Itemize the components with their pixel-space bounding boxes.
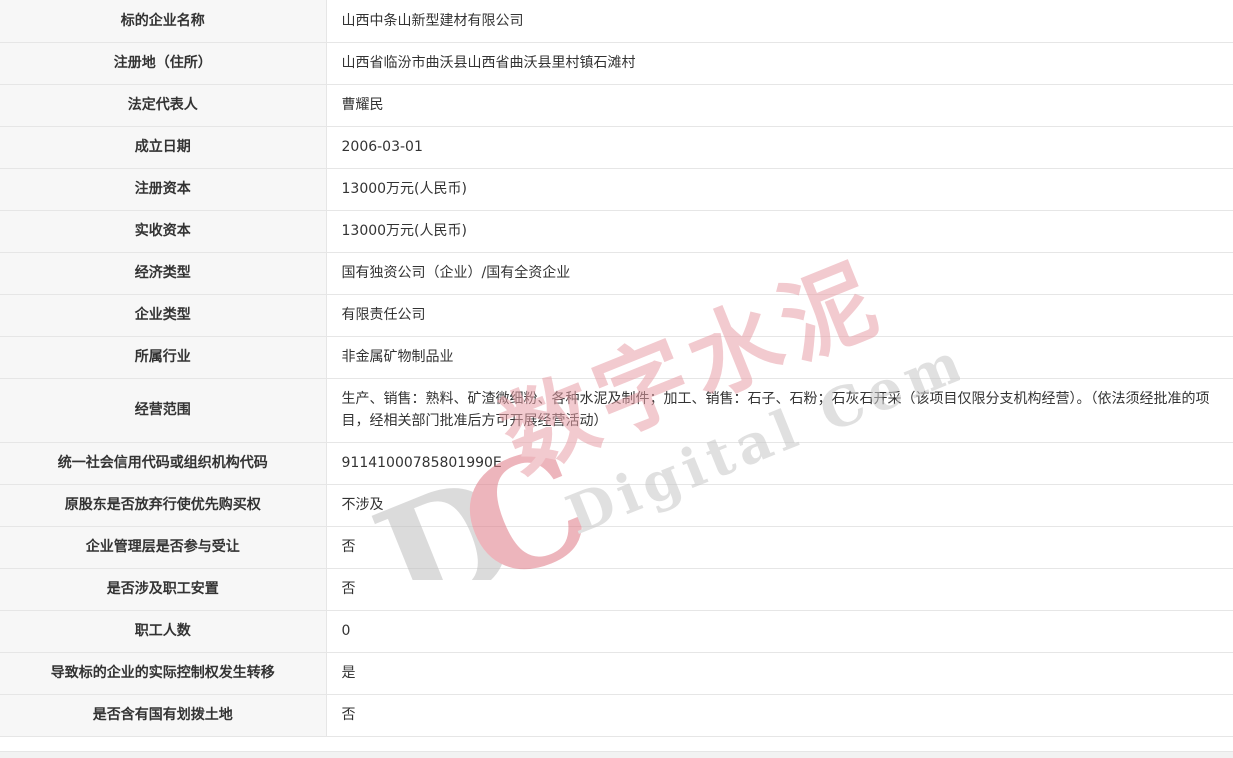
table-row: 是否含有国有划拨土地 否 — [0, 694, 1233, 737]
row-value: 国有独资公司（企业）/国有全资企业 — [326, 252, 1233, 295]
row-label: 经营范围 — [0, 378, 327, 443]
table-row: 所属行业 非金属矿物制品业 — [0, 336, 1233, 379]
row-label: 所属行业 — [0, 336, 327, 379]
table-row: 原股东是否放弃行使优先购买权 不涉及 — [0, 484, 1233, 527]
table-row: 成立日期 2006-03-01 — [0, 126, 1233, 169]
row-value: 91141000785801990E — [326, 442, 1233, 485]
row-label: 原股东是否放弃行使优先购买权 — [0, 484, 327, 527]
table-row: 实收资本 13000万元(人民币) — [0, 210, 1233, 253]
table-row: 注册资本 13000万元(人民币) — [0, 168, 1233, 211]
row-value: 是 — [326, 652, 1233, 695]
table-row: 标的企业名称 山西中条山新型建材有限公司 — [0, 0, 1233, 43]
row-label: 职工人数 — [0, 610, 327, 653]
row-value: 山西省临汾市曲沃县山西省曲沃县里村镇石滩村 — [326, 42, 1233, 85]
row-value: 生产、销售：熟料、矿渣微细粉、各种水泥及制件；加工、销售：石子、石粉；石灰石开采… — [326, 378, 1233, 443]
row-value: 不涉及 — [326, 484, 1233, 527]
row-value: 山西中条山新型建材有限公司 — [326, 0, 1233, 43]
table-row: 导致标的企业的实际控制权发生转移 是 — [0, 652, 1233, 695]
table-row: 经济类型 国有独资公司（企业）/国有全资企业 — [0, 252, 1233, 295]
table-row: 企业类型 有限责任公司 — [0, 294, 1233, 337]
table-row: 统一社会信用代码或组织机构代码 91141000785801990E — [0, 442, 1233, 485]
row-value: 13000万元(人民币) — [326, 210, 1233, 253]
row-label: 企业类型 — [0, 294, 327, 337]
row-label: 导致标的企业的实际控制权发生转移 — [0, 652, 327, 695]
row-value: 非金属矿物制品业 — [326, 336, 1233, 379]
enterprise-info-table: 标的企业名称 山西中条山新型建材有限公司 注册地（住所） 山西省临汾市曲沃县山西… — [0, 0, 1233, 737]
row-value: 13000万元(人民币) — [326, 168, 1233, 211]
table-row: 法定代表人 曹耀民 — [0, 84, 1233, 127]
row-value: 否 — [326, 526, 1233, 569]
row-label: 是否含有国有划拨土地 — [0, 694, 327, 737]
row-value: 0 — [326, 610, 1233, 653]
row-label: 实收资本 — [0, 210, 327, 253]
row-label: 经济类型 — [0, 252, 327, 295]
row-value: 有限责任公司 — [326, 294, 1233, 337]
table-row: 注册地（住所） 山西省临汾市曲沃县山西省曲沃县里村镇石滩村 — [0, 42, 1233, 85]
row-value: 否 — [326, 694, 1233, 737]
table-row: 经营范围 生产、销售：熟料、矿渣微细粉、各种水泥及制件；加工、销售：石子、石粉；… — [0, 378, 1233, 443]
table-row: 职工人数 0 — [0, 610, 1233, 653]
row-label: 是否涉及职工安置 — [0, 568, 327, 611]
row-label: 企业管理层是否参与受让 — [0, 526, 327, 569]
row-label: 法定代表人 — [0, 84, 327, 127]
page: 标的企业名称 山西中条山新型建材有限公司 注册地（住所） 山西省临汾市曲沃县山西… — [0, 0, 1233, 758]
bottom-divider — [0, 751, 1233, 758]
row-value: 曹耀民 — [326, 84, 1233, 127]
table-row: 是否涉及职工安置 否 — [0, 568, 1233, 611]
row-label: 标的企业名称 — [0, 0, 327, 43]
row-label: 成立日期 — [0, 126, 327, 169]
row-label: 统一社会信用代码或组织机构代码 — [0, 442, 327, 485]
table-row: 企业管理层是否参与受让 否 — [0, 526, 1233, 569]
row-label: 注册资本 — [0, 168, 327, 211]
row-value: 否 — [326, 568, 1233, 611]
row-value: 2006-03-01 — [326, 126, 1233, 169]
row-label: 注册地（住所） — [0, 42, 327, 85]
